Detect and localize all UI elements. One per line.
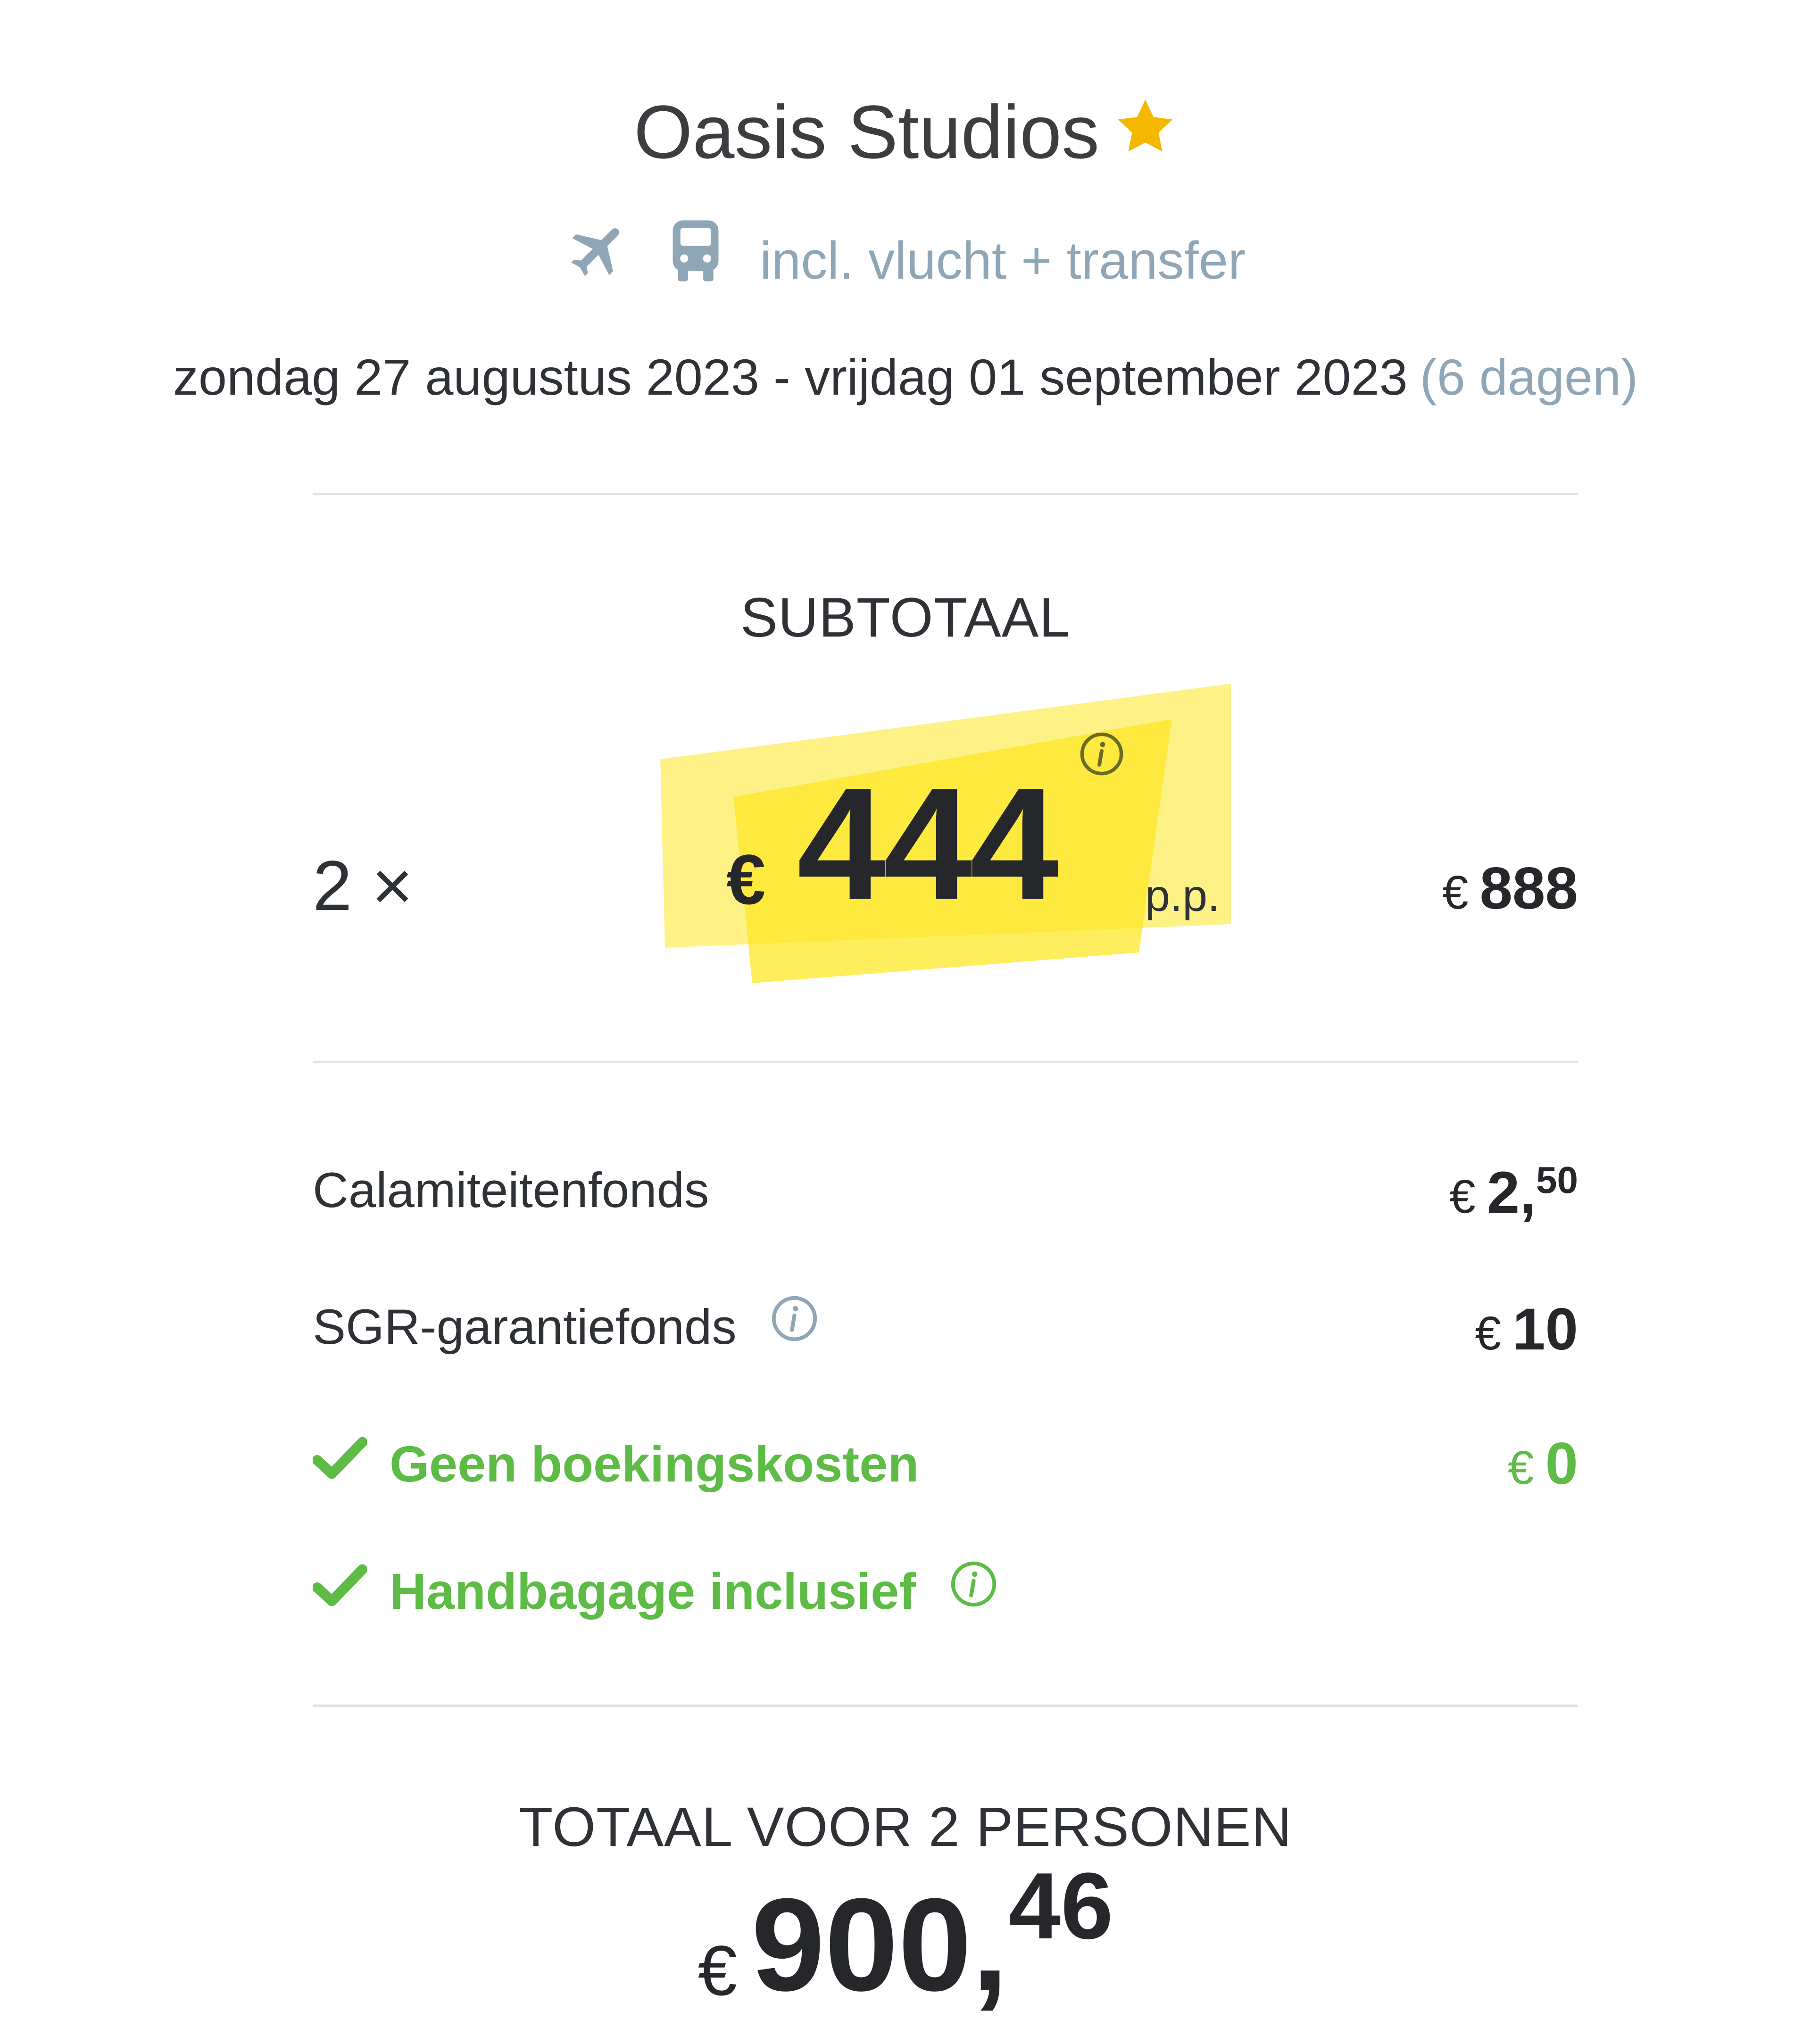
star-icon (1113, 88, 1177, 177)
sgr-fund-row: SGR-garantiefonds (313, 1292, 819, 1366)
per-person-label: p.p. (1145, 871, 1220, 921)
info-icon[interactable] (770, 1291, 819, 1362)
divider (313, 1705, 1578, 1707)
bus-icon (665, 218, 726, 304)
hotel-title-row: Oasis Studios (0, 87, 1811, 183)
booking-fee-amount: €0 (1507, 1431, 1578, 1497)
calamity-fund-amount: €2,50 (1449, 1159, 1578, 1225)
no-booking-fee-label: Geen boekingskosten (390, 1435, 919, 1492)
subtotal-title: SUBTOTAAL (740, 587, 1071, 649)
hand-luggage-row: Handbagage inclusief (312, 1556, 998, 1630)
sgr-fund-amount: €10 (1475, 1297, 1578, 1362)
hotel-name: Oasis Studios (633, 90, 1100, 174)
divider (313, 493, 1578, 495)
info-icon[interactable] (949, 1556, 998, 1627)
price-per-person: 444 (797, 754, 1059, 934)
calamity-fund-label: Calamiteitenfonds (313, 1163, 709, 1218)
no-booking-fee-row: Geen boekingskosten (312, 1429, 919, 1503)
check-icon (312, 1429, 368, 1499)
transport-text: incl. vlucht + transfer (760, 231, 1246, 290)
divider (313, 1061, 1578, 1063)
sgr-fund-label: SGR-garantiefonds (313, 1299, 737, 1355)
airplane-icon (565, 218, 631, 304)
info-icon[interactable] (1078, 730, 1125, 780)
total-amount: €900,46 (698, 1854, 1113, 2019)
check-icon (312, 1556, 368, 1627)
travel-dates: zondag 27 augustus 2023 - vrijdag 01 sep… (0, 342, 1811, 413)
transport-info: incl. vlucht + transfer (0, 220, 1811, 307)
total-title: TOTAAL VOOR 2 PERSONEN (519, 1796, 1292, 1858)
subtotal-amount: €888 (1442, 856, 1578, 921)
price-currency: € (726, 840, 766, 919)
duration: (6 dagen) (1420, 348, 1638, 405)
quantity: 2 × (313, 846, 413, 925)
date-range: zondag 27 augustus 2023 - vrijdag 01 sep… (173, 348, 1408, 405)
hand-luggage-label: Handbagage inclusief (390, 1563, 916, 1620)
